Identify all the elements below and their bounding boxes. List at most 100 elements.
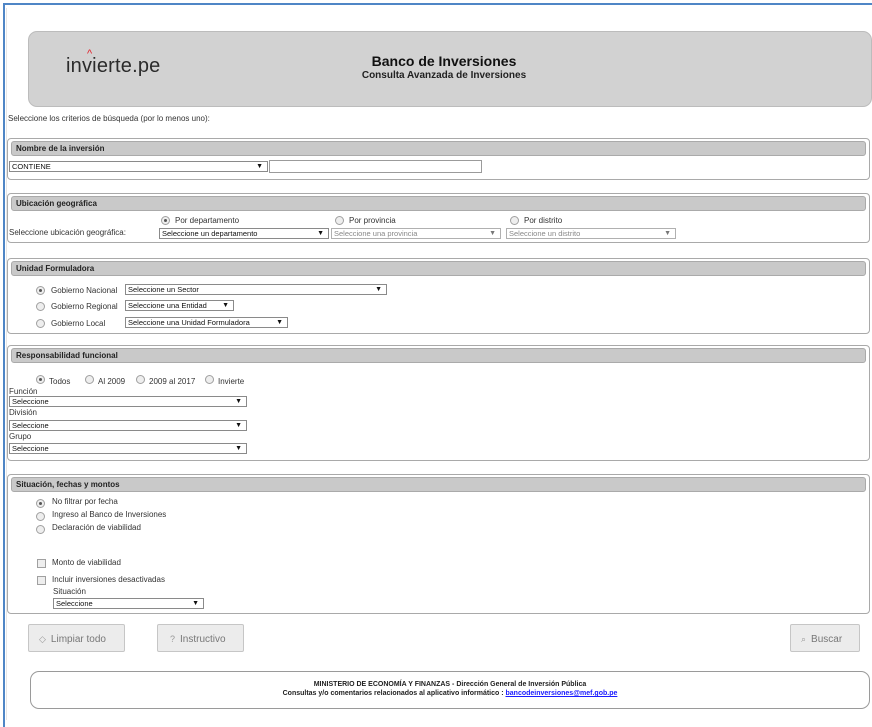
section-unidad-formuladora: Unidad Formuladora Gobierno Nacional Sel… — [7, 258, 870, 334]
radio-gobierno-nacional[interactable] — [36, 286, 45, 295]
radio-ingreso-banco[interactable] — [36, 512, 45, 521]
radio-label: Gobierno Local — [51, 319, 106, 328]
dropdown-arrow-icon: ▼ — [235, 445, 242, 452]
page-title: Banco de Inversiones — [371, 53, 517, 69]
dropdown-arrow-icon: ▼ — [235, 422, 242, 429]
select-value: Seleccione — [12, 397, 49, 406]
radio-todos[interactable] — [36, 375, 45, 384]
select-value: Seleccione — [12, 421, 49, 430]
select-value: CONTIENE — [12, 162, 51, 171]
select-value: Seleccione un departamento — [162, 229, 258, 238]
radio-por-departamento[interactable] — [161, 216, 170, 225]
dropdown-arrow-icon: ▼ — [317, 230, 324, 237]
radio-2009-al-2017[interactable] — [136, 375, 145, 384]
radio-no-filtrar-fecha[interactable] — [36, 499, 45, 508]
distrito-select[interactable]: Seleccione un distrito ▼ — [506, 228, 676, 239]
sector-select[interactable]: Seleccione un Sector ▼ — [125, 284, 387, 295]
section-title: Ubicación geográfica — [11, 196, 866, 211]
section-ubicacion: Ubicación geográfica Por departamento Po… — [7, 193, 870, 243]
page-header: invierte.pe ^ Banco de Inversiones Consu… — [28, 31, 872, 107]
radio-label: Por distrito — [524, 216, 563, 225]
entidad-select[interactable]: Seleccione una Entidad ▼ — [125, 300, 234, 311]
radio-label: Por provincia — [349, 216, 396, 225]
situacion-label: Situación — [53, 587, 86, 596]
radio-label: Todos — [49, 377, 71, 386]
division-select[interactable]: Seleccione ▼ — [9, 420, 247, 431]
name-operator-select[interactable]: CONTIENE ▼ — [9, 161, 268, 172]
buscar-button[interactable]: ⌕ Buscar — [790, 624, 860, 652]
dropdown-arrow-icon: ▼ — [222, 302, 229, 309]
select-value: Seleccione — [12, 444, 49, 453]
radio-label: 2009 al 2017 — [149, 377, 196, 386]
checkbox-incluir-desactivadas[interactable] — [37, 576, 46, 585]
help-icon: ? — [170, 634, 176, 644]
footer-contact-text: Consultas y/o comentarios relacionados a… — [282, 690, 504, 697]
search-instructions: Seleccione los criterios de búsqueda (po… — [8, 114, 210, 123]
radio-por-provincia[interactable] — [335, 216, 344, 225]
radio-label: Gobierno Regional — [51, 302, 118, 311]
limpiar-todo-button[interactable]: ◇ Limpiar todo — [28, 624, 125, 652]
dropdown-arrow-icon: ▼ — [489, 230, 496, 237]
button-label: Buscar — [811, 634, 843, 645]
funcion-label: Función — [9, 387, 38, 396]
select-value: Seleccione una Unidad Formuladora — [128, 318, 250, 327]
checkbox-label: Monto de viabilidad — [52, 558, 121, 567]
departamento-select[interactable]: Seleccione un departamento ▼ — [159, 228, 329, 239]
radio-label: Por departamento — [175, 216, 240, 225]
radio-label: Gobierno Nacional — [51, 286, 118, 295]
radio-invierte[interactable] — [205, 375, 214, 384]
select-value: Seleccione un distrito — [509, 229, 581, 238]
page-footer: MINISTERIO DE ECONOMÍA Y FINANZAS - Dire… — [30, 671, 870, 709]
radio-gobierno-local[interactable] — [36, 319, 45, 328]
ubicacion-label: Seleccione ubicación geográfica: — [9, 228, 126, 237]
radio-label: No filtrar por fecha — [52, 497, 118, 506]
logo-text-post: ierte.pe — [92, 55, 161, 77]
footer-contact: Consultas y/o comentarios relacionados a… — [31, 690, 869, 697]
unidad-formuladora-select[interactable]: Seleccione una Unidad Formuladora ▼ — [125, 317, 288, 328]
radio-label: Al 2009 — [98, 377, 126, 386]
funcion-select[interactable]: Seleccione ▼ — [9, 396, 247, 407]
invierte-logo: invierte.pe ^ — [66, 48, 161, 78]
name-search-input[interactable] — [269, 160, 482, 173]
situacion-select[interactable]: Seleccione ▼ — [53, 598, 204, 609]
checkbox-label: Incluir inversiones desactivadas — [52, 575, 165, 584]
dropdown-arrow-icon: ▼ — [235, 398, 242, 405]
checkbox-monto-viabilidad[interactable] — [37, 559, 46, 568]
section-responsabilidad: Responsabilidad funcional Todos Al 2009 … — [7, 345, 870, 461]
eraser-icon: ◇ — [39, 634, 46, 644]
select-value: Seleccione una Entidad — [128, 301, 207, 310]
search-icon: ⌕ — [801, 634, 807, 644]
section-title: Responsabilidad funcional — [11, 348, 866, 363]
contact-email-link[interactable]: bancodeinversiones@mef.gob.pe — [506, 690, 618, 697]
button-label: Limpiar todo — [50, 634, 106, 645]
select-value: Seleccione una provincia — [334, 229, 418, 238]
radio-al-2009[interactable] — [85, 375, 94, 384]
dropdown-arrow-icon: ▼ — [256, 163, 263, 170]
select-value: Seleccione un Sector — [128, 285, 199, 294]
section-title: Nombre de la inversión — [11, 141, 866, 156]
section-nombre: Nombre de la inversión CONTIENE ▼ — [7, 138, 870, 180]
footer-ministry: MINISTERIO DE ECONOMÍA Y FINANZAS - Dire… — [313, 681, 587, 688]
logo-caret-icon: ^ — [87, 48, 93, 60]
section-title: Situación, fechas y montos — [11, 477, 866, 492]
section-title: Unidad Formuladora — [11, 261, 866, 276]
instructivo-button[interactable]: ? Instructivo — [157, 624, 244, 652]
dropdown-arrow-icon: ▼ — [192, 600, 199, 607]
radio-por-distrito[interactable] — [510, 216, 519, 225]
select-value: Seleccione — [56, 599, 93, 608]
radio-declaracion-viabilidad[interactable] — [36, 525, 45, 534]
radio-label: Declaración de viabilidad — [52, 523, 141, 532]
dropdown-arrow-icon: ▼ — [375, 286, 382, 293]
provincia-select[interactable]: Seleccione una provincia ▼ — [331, 228, 501, 239]
division-label: División — [9, 408, 38, 417]
dropdown-arrow-icon: ▼ — [276, 319, 283, 326]
radio-label: Ingreso al Banco de Inversiones — [52, 510, 167, 519]
radio-gobierno-regional[interactable] — [36, 302, 45, 311]
button-label: Instructivo — [180, 634, 226, 645]
grupo-label: Grupo — [9, 432, 32, 441]
section-situacion: Situación, fechas y montos No filtrar po… — [7, 474, 870, 614]
grupo-select[interactable]: Seleccione ▼ — [9, 443, 247, 454]
page-subtitle: Consulta Avanzada de Inversiones — [361, 70, 527, 81]
dropdown-arrow-icon: ▼ — [664, 230, 671, 237]
radio-label: Invierte — [218, 377, 245, 386]
